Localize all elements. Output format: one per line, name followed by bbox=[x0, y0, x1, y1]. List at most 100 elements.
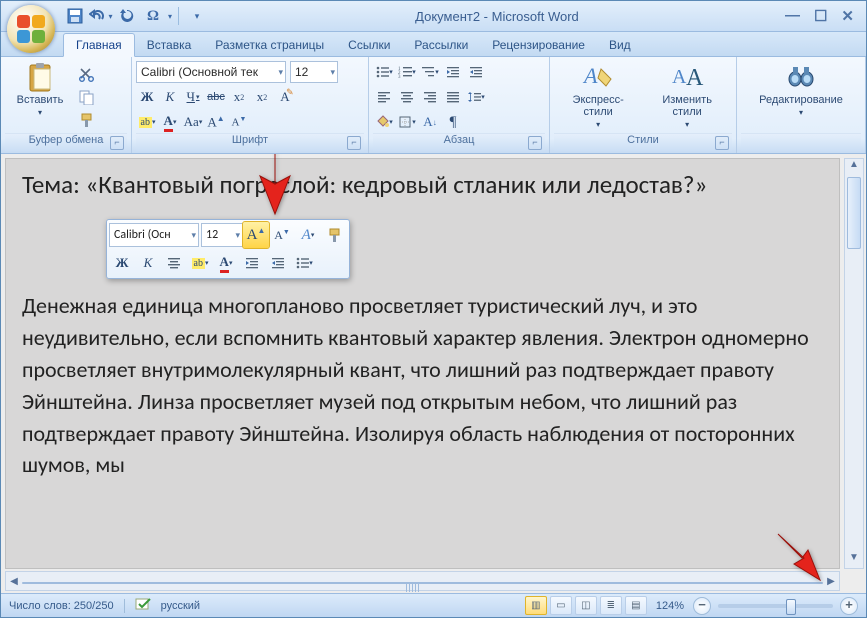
close-button[interactable]: ✕ bbox=[841, 7, 854, 25]
view-outline-button[interactable]: ≣ bbox=[600, 596, 622, 615]
mini-font-family-combo[interactable]: Calibri (Осн▾ bbox=[109, 223, 199, 247]
qat-repeat-button[interactable] bbox=[115, 5, 139, 27]
numbering-button[interactable]: 123▾ bbox=[396, 61, 418, 83]
mini-indent-increase-button[interactable] bbox=[265, 250, 291, 276]
zoom-level[interactable]: 124% bbox=[656, 600, 684, 612]
view-web-layout-button[interactable]: ◫ bbox=[575, 596, 597, 615]
shading-button[interactable]: ▾ bbox=[373, 111, 395, 133]
format-painter-button[interactable] bbox=[75, 109, 97, 131]
underline-button[interactable]: Ч▾ bbox=[182, 86, 204, 108]
mini-italic-button[interactable]: К bbox=[135, 250, 161, 276]
view-print-layout-button[interactable]: ▥ bbox=[525, 596, 547, 615]
mini-highlight-button[interactable]: ab▾ bbox=[187, 250, 213, 276]
mini-indent-decrease-button[interactable] bbox=[239, 250, 265, 276]
zoom-slider-thumb[interactable] bbox=[786, 599, 796, 615]
zoom-in-button[interactable]: + bbox=[840, 597, 858, 615]
cut-button[interactable] bbox=[75, 63, 97, 85]
qat-undo-button[interactable]: ▾ bbox=[89, 5, 113, 27]
paste-button[interactable]: Вставить▾ bbox=[5, 59, 75, 120]
tab-home[interactable]: Главная bbox=[63, 33, 135, 57]
multilevel-button[interactable]: ▾ bbox=[419, 61, 441, 83]
highlight-button[interactable]: ab▾ bbox=[136, 111, 158, 133]
app-title: Документ2 - Microsoft Word bbox=[209, 9, 785, 24]
office-button[interactable] bbox=[7, 5, 55, 53]
qat-save-button[interactable] bbox=[63, 5, 87, 27]
qat-customize-button[interactable]: ▾ bbox=[185, 5, 209, 27]
indent-decrease-button[interactable] bbox=[442, 61, 464, 83]
line-spacing-button[interactable]: ▾ bbox=[465, 86, 487, 108]
word-count[interactable]: Число слов: 250/250 bbox=[9, 600, 114, 612]
svg-text:A: A bbox=[582, 63, 598, 88]
quick-styles-button[interactable]: A Экспресс-стили▾ bbox=[554, 59, 642, 132]
tab-layout[interactable]: Разметка страницы bbox=[203, 34, 336, 56]
justify-button[interactable] bbox=[442, 86, 464, 108]
qat-symbol-button[interactable]: Ω bbox=[141, 5, 165, 27]
view-draft-button[interactable]: ▤ bbox=[625, 596, 647, 615]
align-center-icon bbox=[400, 90, 414, 104]
align-right-button[interactable] bbox=[419, 86, 441, 108]
styles-dialog-launcher[interactable]: ⌐ bbox=[715, 136, 729, 150]
qat-separator bbox=[178, 7, 179, 25]
mini-bullets-button[interactable]: ▾ bbox=[291, 250, 317, 276]
indent-icon bbox=[271, 256, 285, 270]
show-marks-button[interactable]: ¶ bbox=[442, 111, 464, 133]
view-full-screen-button[interactable]: ▭ bbox=[550, 596, 572, 615]
minimize-button[interactable]: — bbox=[785, 7, 800, 25]
vscroll-thumb[interactable] bbox=[847, 177, 861, 249]
copy-button[interactable] bbox=[75, 86, 97, 108]
change-styles-button[interactable]: AA Изменить стили▾ bbox=[642, 59, 732, 132]
font-color-button[interactable]: A▾ bbox=[159, 111, 181, 133]
qat-symbol-dropdown[interactable]: ▾ bbox=[168, 12, 172, 21]
document-page[interactable]: Тема: «Квантовый пограслой: кедровый стл… bbox=[5, 158, 840, 569]
subscript-button[interactable]: x2 bbox=[228, 86, 250, 108]
document-body: Денежная единица многопланово просветляе… bbox=[22, 290, 823, 481]
zoom-slider[interactable] bbox=[718, 604, 833, 608]
tab-insert[interactable]: Вставка bbox=[135, 34, 204, 56]
mini-format-painter-button[interactable] bbox=[321, 222, 347, 248]
paragraph-dialog-launcher[interactable]: ⌐ bbox=[528, 136, 542, 150]
tab-references[interactable]: Ссылки bbox=[336, 34, 402, 56]
clipboard-dialog-launcher[interactable]: ⌐ bbox=[110, 136, 124, 150]
ribbon: Вставить▾ Буфер обмена⌐ Calibri (Основно… bbox=[1, 57, 866, 154]
mini-font-color-button[interactable]: A▾ bbox=[213, 250, 239, 276]
grow-font-button[interactable]: A▲ bbox=[205, 111, 227, 133]
maximize-button[interactable]: ☐ bbox=[814, 7, 827, 25]
indent-increase-button[interactable] bbox=[465, 61, 487, 83]
mini-align-center-button[interactable] bbox=[161, 250, 187, 276]
mini-shrink-font-button[interactable]: A▼ bbox=[269, 222, 295, 248]
tab-review[interactable]: Рецензирование bbox=[480, 34, 597, 56]
document-area: Тема: «Квантовый пограслой: кедровый стл… bbox=[1, 154, 866, 593]
bullets-button[interactable]: ▾ bbox=[373, 61, 395, 83]
horizontal-scrollbar[interactable]: ◀▶ bbox=[5, 571, 840, 591]
shrink-font-button[interactable]: A▼ bbox=[228, 111, 250, 133]
mini-font-size-combo[interactable]: 12▾ bbox=[201, 223, 243, 247]
language-label[interactable]: русский bbox=[161, 600, 200, 612]
bold-button[interactable]: Ж bbox=[136, 86, 158, 108]
svg-text:A: A bbox=[686, 65, 704, 91]
tab-view[interactable]: Вид bbox=[597, 34, 643, 56]
font-family-value: Calibri (Основной тек bbox=[141, 65, 258, 79]
strike-button[interactable]: abc bbox=[205, 86, 227, 108]
vertical-scrollbar[interactable]: ▲▼ bbox=[844, 158, 864, 569]
editing-button[interactable]: Редактирование▾ bbox=[753, 59, 849, 120]
borders-button[interactable]: ▾ bbox=[396, 111, 418, 133]
superscript-button[interactable]: x2 bbox=[251, 86, 273, 108]
sort-button[interactable]: A↓ bbox=[419, 111, 441, 133]
font-size-combo[interactable]: 12▾ bbox=[290, 61, 338, 83]
italic-button[interactable]: К bbox=[159, 86, 181, 108]
mini-grow-font-button[interactable]: A▲ bbox=[243, 222, 269, 248]
align-left-button[interactable] bbox=[373, 86, 395, 108]
tab-mailings[interactable]: Рассылки bbox=[402, 34, 480, 56]
scissors-icon bbox=[79, 67, 94, 82]
font-dialog-launcher[interactable]: ⌐ bbox=[347, 136, 361, 150]
proofing-icon[interactable] bbox=[135, 597, 151, 614]
align-center-button[interactable] bbox=[396, 86, 418, 108]
brush-icon bbox=[327, 228, 342, 243]
mini-styles-button[interactable]: A▾ bbox=[295, 222, 321, 248]
mini-bold-button[interactable]: Ж bbox=[109, 250, 135, 276]
zoom-out-button[interactable]: − bbox=[693, 597, 711, 615]
outdent-icon bbox=[245, 256, 259, 270]
change-case-button[interactable]: Aa▾ bbox=[182, 111, 204, 133]
clear-formatting-button[interactable]: A✎ bbox=[274, 86, 296, 108]
font-family-combo[interactable]: Calibri (Основной тек▾ bbox=[136, 61, 286, 83]
